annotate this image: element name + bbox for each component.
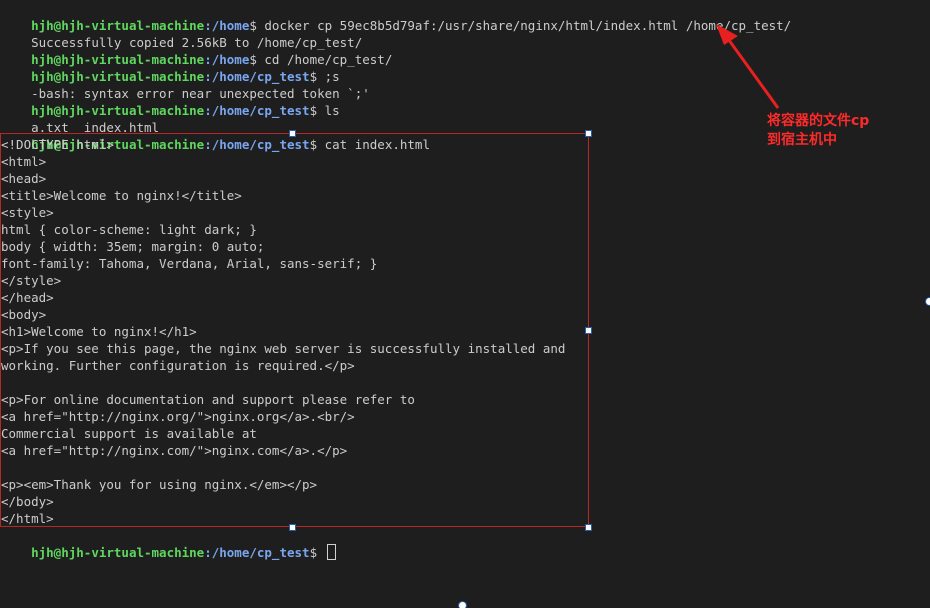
prompt-path: :/home/cp_test xyxy=(204,545,310,560)
resize-handle-bottom-middle[interactable] xyxy=(289,524,296,531)
resize-handle-bottom-right[interactable] xyxy=(585,524,592,531)
terminal-line: hjh@hjh-virtual-machine:/home/cp_test$ ;… xyxy=(1,51,340,84)
terminal-window[interactable]: hjh@hjh-virtual-machine:/home$ docker cp… xyxy=(0,0,930,608)
canvas-edge-handle-bottom[interactable] xyxy=(458,601,467,608)
command-text: $ ls xyxy=(309,103,340,118)
terminal-line[interactable]: hjh@hjh-virtual-machine:/home/cp_test$ xyxy=(1,527,336,560)
prompt-path: :/home/cp_test xyxy=(204,103,310,118)
resize-handle-middle-right[interactable] xyxy=(585,327,592,334)
arrow-shaft xyxy=(724,35,780,109)
prompt-user: hjh@hjh-virtual-machine xyxy=(31,545,205,560)
annotation-line-1: 将容器的文件cp xyxy=(767,113,870,129)
annotation-line-2: 到宿主机中 xyxy=(767,132,837,148)
canvas-edge-handle-right[interactable] xyxy=(925,297,930,306)
resize-handle-top-middle[interactable] xyxy=(289,130,296,137)
terminal-line: -bash: syntax error near unexpected toke… xyxy=(1,68,370,101)
terminal-line: hjh@hjh-virtual-machine:/home$ cd /home/… xyxy=(1,34,392,67)
annotation-text: 将容器的文件cp 到宿主机中 xyxy=(767,112,869,150)
terminal-line: a.txt index.html xyxy=(1,102,159,135)
selection-box[interactable] xyxy=(0,133,589,527)
resize-handle-top-right[interactable] xyxy=(585,130,592,137)
terminal-line: hjh@hjh-virtual-machine:/home$ docker cp… xyxy=(1,0,791,33)
terminal-line: hjh@hjh-virtual-machine:/home/cp_test$ l… xyxy=(1,85,340,118)
text-cursor xyxy=(326,544,336,560)
terminal-line: Successfully copied 2.56kB to /home/cp_t… xyxy=(1,17,362,50)
command-text: $ xyxy=(309,545,325,560)
